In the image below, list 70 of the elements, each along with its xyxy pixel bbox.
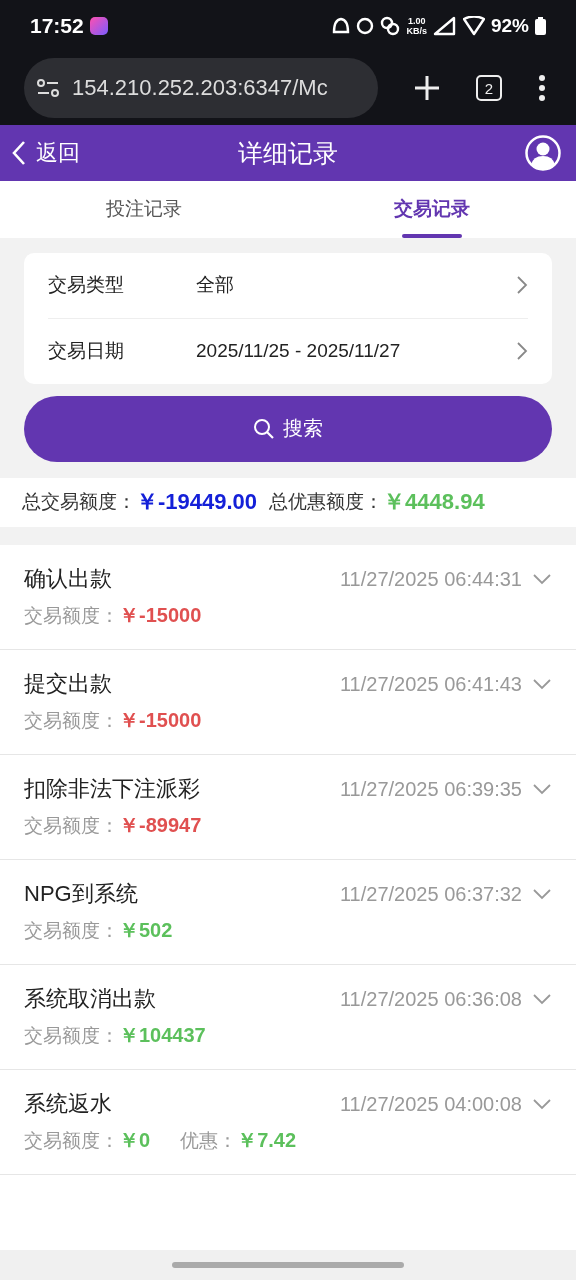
record-time: 11/27/2025 06:44:31	[339, 568, 522, 591]
chevron-down-icon[interactable]	[532, 1098, 552, 1111]
amount-label: 交易额度：	[24, 709, 119, 733]
total-amount: ￥4448.94	[383, 488, 485, 517]
url-text: 154.210.252.203:6347/Mc	[72, 75, 328, 102]
battery-level: 92%	[490, 14, 529, 37]
site-settings-icon[interactable]	[36, 79, 60, 98]
back-button[interactable]: 返回	[12, 138, 80, 169]
record-time: 11/27/2025 06:37:32	[339, 883, 522, 906]
chevron-down-icon[interactable]	[532, 678, 552, 691]
address-bar[interactable]: 154.210.252.203:6347/Mc	[24, 58, 378, 119]
link-icon	[380, 15, 401, 36]
record-title: NPG到系统	[24, 880, 139, 909]
chevron-down-icon[interactable]	[532, 888, 552, 901]
record-title: 提交出款	[24, 670, 113, 699]
chevron-left-icon	[12, 140, 26, 167]
tab[interactable]: 投注记录	[0, 181, 288, 238]
menu-icon[interactable]	[538, 75, 546, 102]
page-title: 详细记录	[238, 137, 338, 169]
amount-label: 交易额度：	[24, 814, 119, 838]
amount-value: ￥7.42	[237, 1128, 297, 1154]
record-title: 确认出款	[24, 565, 113, 594]
record-row[interactable]: 确认出款 11/27/2025 06:44:31 交易额度：￥-15000	[0, 545, 576, 650]
amount-label: 交易额度：	[24, 1024, 119, 1048]
record-row[interactable]: 系统取消出款 11/27/2025 06:36:08 交易额度：￥104437	[0, 965, 576, 1070]
record-row[interactable]: 提交出款 11/27/2025 06:41:43 交易额度：￥-15000	[0, 650, 576, 755]
chevron-down-icon[interactable]	[532, 573, 552, 586]
record-time: 11/27/2025 06:39:35	[339, 778, 522, 801]
search-icon	[253, 417, 275, 440]
record-title: 扣除非法下注派彩	[24, 775, 201, 804]
amount-value: ￥-15000	[119, 603, 202, 629]
record-row[interactable]: 扣除非法下注派彩 11/27/2025 06:39:35 交易额度：￥-89947	[0, 755, 576, 860]
amount-label: 交易额度：	[24, 919, 119, 943]
record-row[interactable]: NPG到系统 11/27/2025 06:37:32 交易额度：￥502	[0, 860, 576, 965]
tab-count-button[interactable]: 2	[476, 75, 502, 102]
amount-label: 交易额度：	[24, 604, 119, 628]
record-time: 11/27/2025 06:36:08	[339, 988, 522, 1011]
speed-value: 1.00	[407, 15, 426, 26]
chevron-right-icon	[516, 275, 528, 296]
speed-unit: KB/s	[406, 25, 427, 36]
battery-icon	[535, 16, 546, 35]
record-time: 11/27/2025 04:00:08	[339, 1093, 522, 1116]
filter-row[interactable]: 交易日期 2025/11/25 - 2025/11/27	[48, 317, 528, 384]
chevron-down-icon[interactable]	[532, 783, 552, 796]
record-row[interactable]: 系统返水 11/27/2025 04:00:08 交易额度：￥0 优惠：￥7.42	[0, 1070, 576, 1175]
record-time: 11/27/2025 06:41:43	[339, 673, 522, 696]
total-label: 总交易额度：	[22, 490, 136, 515]
amount-value: ￥502	[119, 918, 173, 944]
signal-icon	[432, 15, 457, 36]
amount-label: 优惠：	[180, 1129, 238, 1153]
chevron-down-icon[interactable]	[532, 993, 552, 1006]
total-amount: ￥-19449.00	[136, 488, 258, 517]
amount-value: ￥104437	[119, 1023, 206, 1049]
bell-icon	[332, 16, 351, 35]
chevron-right-icon	[516, 341, 528, 362]
user-avatar-icon[interactable]	[525, 135, 561, 172]
total-label: 总优惠额度：	[269, 490, 384, 515]
amount-value: ￥-15000	[119, 708, 202, 734]
filter-row[interactable]: 交易类型 全部	[48, 252, 528, 318]
record-title: 系统返水	[24, 1090, 113, 1119]
new-tab-icon[interactable]	[414, 75, 440, 102]
clock: 17:52	[30, 13, 84, 38]
app-icon	[89, 16, 108, 35]
record-title: 系统取消出款	[24, 985, 157, 1014]
amount-value: ￥0	[119, 1128, 151, 1154]
search-button[interactable]: 搜索	[24, 395, 552, 462]
tab[interactable]: 交易记录	[288, 181, 576, 238]
amount-label: 交易额度：	[24, 1129, 119, 1153]
wifi-icon	[462, 15, 485, 36]
amount-value: ￥-89947	[119, 813, 202, 839]
